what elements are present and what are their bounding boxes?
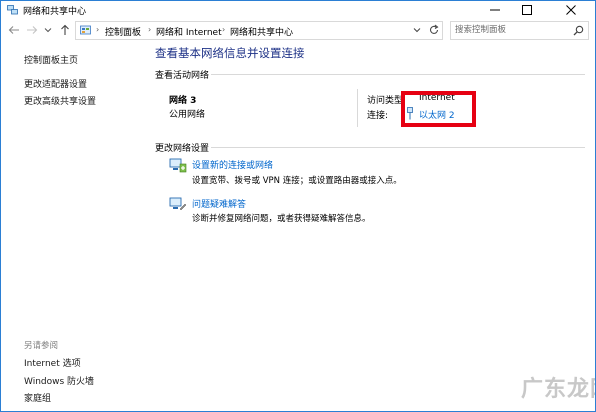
watermark: 广东龙网: [521, 377, 595, 402]
change-settings-heading: 更改网络设置: [155, 144, 210, 154]
search-input[interactable]: [455, 23, 567, 36]
troubleshoot-problems-link[interactable]: 问题疑难解答: [192, 197, 246, 210]
sidebar-item-windows-firewall[interactable]: Windows 防火墙: [24, 374, 94, 387]
see-also-heading: 另请参阅: [24, 341, 59, 351]
breadcrumb-separator-icon: ›: [96, 25, 100, 34]
sidebar-item-advanced-sharing-settings[interactable]: 更改高级共享设置: [24, 94, 96, 107]
address-bar[interactable]: › 控制面板 › 网络和 Internet › 网络和共享中心: [75, 21, 443, 40]
minimize-icon: [490, 9, 500, 11]
troubleshoot-icon: [169, 197, 187, 211]
breadcrumb-separator-icon: ›: [222, 25, 226, 34]
main-content: 查看基本网络信息并设置连接 查看活动网络 网络 3 公用网络 访问类型: Int…: [147, 41, 595, 411]
window-title: 网络和共享中心: [23, 7, 87, 17]
minimize-button[interactable]: [481, 1, 509, 19]
breadcrumb-sharing-center[interactable]: 网络和共享中心: [230, 25, 293, 38]
back-button[interactable]: [7, 23, 21, 37]
section-divider: [211, 147, 585, 148]
network-name: 网络 3: [169, 96, 197, 106]
arrow-right-icon: [27, 26, 38, 34]
sidebar-item-internet-options[interactable]: Internet 选项: [24, 356, 81, 369]
network-sharing-center-window: 网络和共享中心 › 控制面板 › 网络和 Internet › 网络和共享中心 …: [0, 0, 596, 412]
breadcrumb-separator-icon: ›: [148, 25, 152, 34]
close-button[interactable]: [557, 1, 585, 19]
control-panel-icon: [80, 25, 91, 35]
search-box[interactable]: [450, 21, 589, 40]
forward-button[interactable]: [25, 23, 39, 37]
vertical-divider: [357, 89, 358, 127]
section-divider: [211, 74, 585, 75]
navigation-bar: › 控制面板 › 网络和 Internet › 网络和共享中心: [1, 20, 595, 40]
refresh-icon[interactable]: [428, 24, 440, 36]
up-button[interactable]: [58, 23, 72, 37]
connections-label: 连接:: [367, 111, 389, 121]
troubleshoot-problems-desc: 诊断并修复网络问题，或者获得疑难解答信息。: [192, 214, 371, 224]
maximize-icon: [522, 5, 532, 15]
close-icon: [566, 5, 576, 15]
breadcrumb-control-panel[interactable]: 控制面板: [105, 25, 141, 38]
title-bar: 网络和共享中心: [1, 1, 595, 19]
arrow-left-icon: [8, 26, 19, 34]
left-pane: 控制面板主页 更改适配器设置 更改高级共享设置 另请参阅 Internet 选项…: [1, 41, 147, 411]
search-icon[interactable]: [573, 25, 584, 36]
address-dropdown-icon[interactable]: [412, 25, 422, 35]
sidebar-item-homegroup[interactable]: 家庭组: [24, 391, 51, 404]
network-type-link[interactable]: 公用网络: [169, 107, 205, 120]
sidebar-item-change-adapter-settings[interactable]: 更改适配器设置: [24, 77, 87, 90]
network-app-icon: [7, 5, 18, 15]
highlight-box: [401, 91, 476, 127]
recent-locations-button[interactable]: [43, 23, 53, 37]
setup-new-connection-link[interactable]: 设置新的连接或网络: [192, 158, 273, 171]
page-title: 查看基本网络信息并设置连接: [155, 46, 305, 60]
setup-new-connection-desc: 设置宽带、拨号或 VPN 连接；或设置路由器或接入点。: [192, 176, 402, 186]
chevron-down-icon: [44, 28, 52, 33]
sidebar-item-control-panel-home[interactable]: 控制面板主页: [24, 53, 78, 66]
arrow-up-icon: [61, 24, 69, 35]
active-networks-heading: 查看活动网络: [155, 71, 210, 81]
breadcrumb-network-internet[interactable]: 网络和 Internet: [156, 25, 222, 38]
new-connection-icon: [169, 158, 187, 173]
maximize-button[interactable]: [513, 1, 541, 19]
